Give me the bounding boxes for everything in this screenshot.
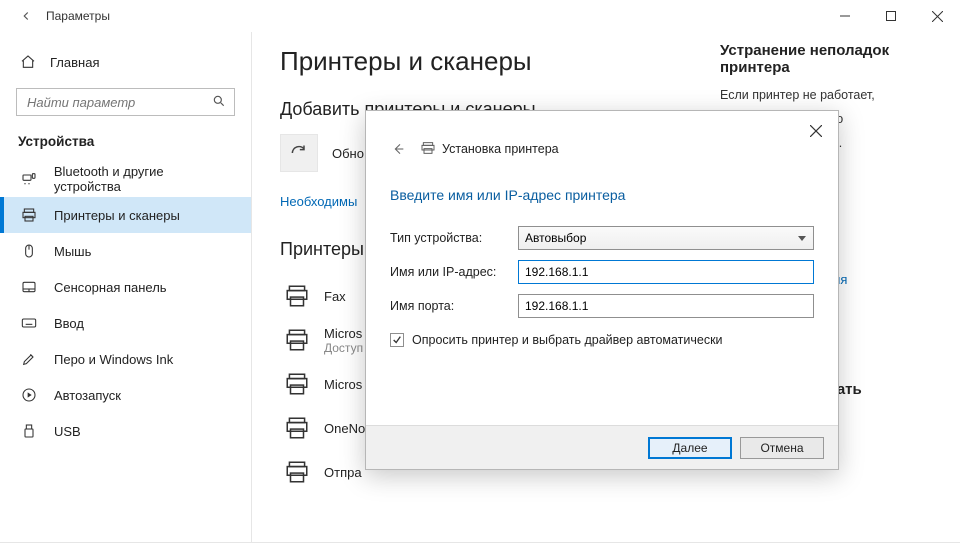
- printer-item-label: Micros: [314, 377, 362, 392]
- autoplay-icon: [18, 387, 40, 403]
- field-host-label: Имя или IP-адрес:: [390, 265, 518, 279]
- dialog-back-button[interactable]: [386, 137, 410, 161]
- printer-item-label: OneNo: [314, 421, 365, 436]
- cancel-button[interactable]: Отмена: [740, 437, 824, 459]
- sidebar-item-mouse[interactable]: Мышь: [0, 233, 251, 269]
- refresh-icon[interactable]: [280, 134, 318, 172]
- hostname-input[interactable]: [518, 260, 814, 284]
- home-nav[interactable]: Главная: [0, 46, 251, 78]
- sidebar-item-autoplay[interactable]: Автозапуск: [0, 377, 251, 413]
- printer-device-icon: [280, 459, 314, 485]
- home-icon: [18, 54, 38, 70]
- sidebar-item-label: USB: [40, 424, 81, 439]
- page-title: Принтеры и сканеры: [280, 46, 700, 77]
- titlebar: Параметры: [0, 0, 960, 32]
- pen-icon: [18, 351, 40, 367]
- sidebar-item-label: Мышь: [40, 244, 91, 259]
- sidebar-item-label: Сенсорная панель: [40, 280, 167, 295]
- sidebar-item-printers[interactable]: Принтеры и сканеры: [0, 197, 251, 233]
- device-type-select[interactable]: Автовыбор: [518, 226, 814, 250]
- sidebar-item-bluetooth[interactable]: Bluetooth и другие устройства: [0, 161, 251, 197]
- printer-icon: [18, 207, 40, 223]
- printer-item-label: Отпра: [314, 465, 362, 480]
- sidebar-item-label: Перо и Windows Ink: [40, 352, 173, 367]
- printer-item-label: Micros: [324, 326, 363, 341]
- printer-device-icon: [280, 371, 314, 397]
- field-type-label: Тип устройства:: [390, 231, 518, 245]
- auto-detect-checkbox[interactable]: [390, 333, 404, 347]
- close-button[interactable]: [914, 0, 960, 32]
- sidebar-item-typing[interactable]: Ввод: [0, 305, 251, 341]
- search-input[interactable]: [25, 94, 212, 111]
- search-icon: [212, 94, 226, 111]
- sidebar-item-pen[interactable]: Перо и Windows Ink: [0, 341, 251, 377]
- printer-device-icon: [280, 283, 314, 309]
- sidebar-item-touchpad[interactable]: Сенсорная панель: [0, 269, 251, 305]
- printer-wizard-icon: [420, 140, 436, 159]
- sidebar-item-label: Принтеры и сканеры: [40, 208, 180, 223]
- sidebar-item-label: Bluetooth и другие устройства: [40, 164, 233, 194]
- search-box[interactable]: [16, 88, 235, 116]
- refresh-label: Обно: [318, 146, 364, 161]
- sidebar-section-title: Устройства: [0, 134, 251, 161]
- field-port-label: Имя порта:: [390, 299, 518, 313]
- dialog-subheading: Введите имя или IP-адрес принтера: [366, 165, 838, 221]
- back-button[interactable]: [12, 2, 40, 30]
- printer-device-icon: [280, 415, 314, 441]
- minimize-button[interactable]: [822, 0, 868, 32]
- keyboard-icon: [18, 315, 40, 331]
- dialog-title: Установка принтера: [442, 142, 559, 156]
- window-title: Параметры: [40, 9, 110, 23]
- sidebar: Главная Устройства Bluetooth и другие ус…: [0, 32, 252, 542]
- dialog-close-button[interactable]: [804, 119, 828, 143]
- aside-text: Если принтер не работает,: [720, 86, 930, 104]
- add-printer-dialog: Установка принтера Введите имя или IP-ад…: [365, 110, 839, 470]
- maximize-button[interactable]: [868, 0, 914, 32]
- sidebar-item-usb[interactable]: USB: [0, 413, 251, 449]
- touchpad-icon: [18, 279, 40, 295]
- aside-troubleshoot-title: Устранение неполадок принтера: [720, 42, 930, 76]
- port-name-input[interactable]: [518, 294, 814, 318]
- auto-detect-label: Опросить принтер и выбрать драйвер автом…: [412, 333, 723, 347]
- printer-item-sub: Доступ: [324, 341, 363, 355]
- printer-item-label: Fax: [314, 289, 346, 304]
- home-label: Главная: [38, 55, 99, 70]
- sidebar-item-label: Ввод: [40, 316, 84, 331]
- usb-icon: [18, 423, 40, 439]
- mouse-icon: [18, 243, 40, 259]
- settings-window: Параметры Главная: [0, 0, 960, 543]
- sidebar-item-label: Автозапуск: [40, 388, 121, 403]
- printer-device-icon: [280, 327, 314, 353]
- bluetooth-icon: [18, 171, 40, 187]
- next-button[interactable]: Далее: [648, 437, 732, 459]
